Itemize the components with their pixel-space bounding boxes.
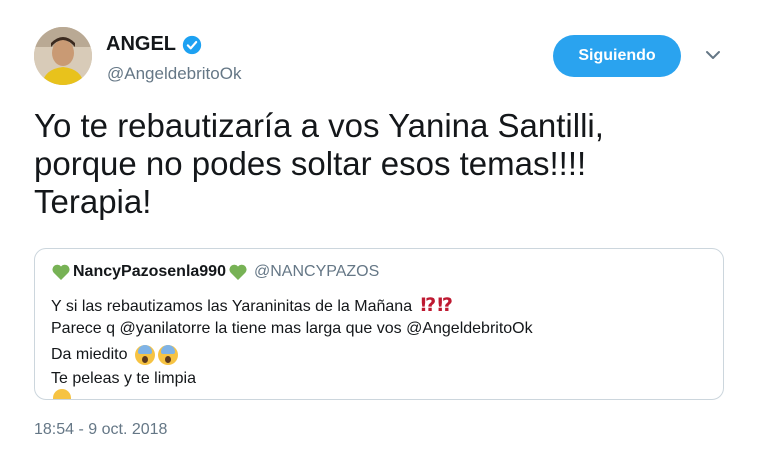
scream-emoji-icon <box>134 345 155 365</box>
verified-badge-icon <box>182 35 202 54</box>
quoted-line-3: Da miedito <box>51 345 178 365</box>
scream-emoji-icon <box>157 345 178 365</box>
quoted-text-3: Da miedito <box>51 346 128 364</box>
quoted-author-handle[interactable]: @NANCYPAZOS <box>254 263 379 281</box>
quoted-author-name[interactable]: NancyPazosenla990 <box>73 263 226 281</box>
quoted-line-4: Te peleas y te limpia <box>51 370 196 387</box>
author-name-row: ANGEL <box>106 33 202 56</box>
quoted-line-2: Parece q @yanilatorre la tiene mas larga… <box>51 320 533 337</box>
author-name[interactable]: ANGEL <box>106 33 176 56</box>
green-heart-icon <box>52 264 70 280</box>
green-heart-icon <box>229 264 247 280</box>
chevron-down-icon[interactable] <box>703 48 723 62</box>
author-handle[interactable]: @AngeldebritoOk <box>107 64 241 84</box>
following-button[interactable]: Siguiendo <box>553 35 681 77</box>
tweet-timestamp[interactable]: 18:54 - 9 oct. 2018 <box>34 421 167 439</box>
quoted-line-1: Y si las rebautizamos las Yaraninitas de… <box>51 294 454 317</box>
quoted-tweet[interactable]: NancyPazosenla990 @NANCYPAZOS Y si las r… <box>34 248 724 400</box>
interrobang-icon: ⁉⁉ <box>420 295 455 316</box>
quoted-tweet-header: NancyPazosenla990 @NANCYPAZOS <box>51 263 379 281</box>
tweet-text: Yo te rebautizaría a vos Yanina Santilli… <box>34 107 604 220</box>
profile-avatar[interactable] <box>34 27 92 85</box>
emoji-partial-icon <box>53 389 71 399</box>
quoted-text-1: Y si las rebautizamos las Yaraninitas de… <box>51 298 413 315</box>
